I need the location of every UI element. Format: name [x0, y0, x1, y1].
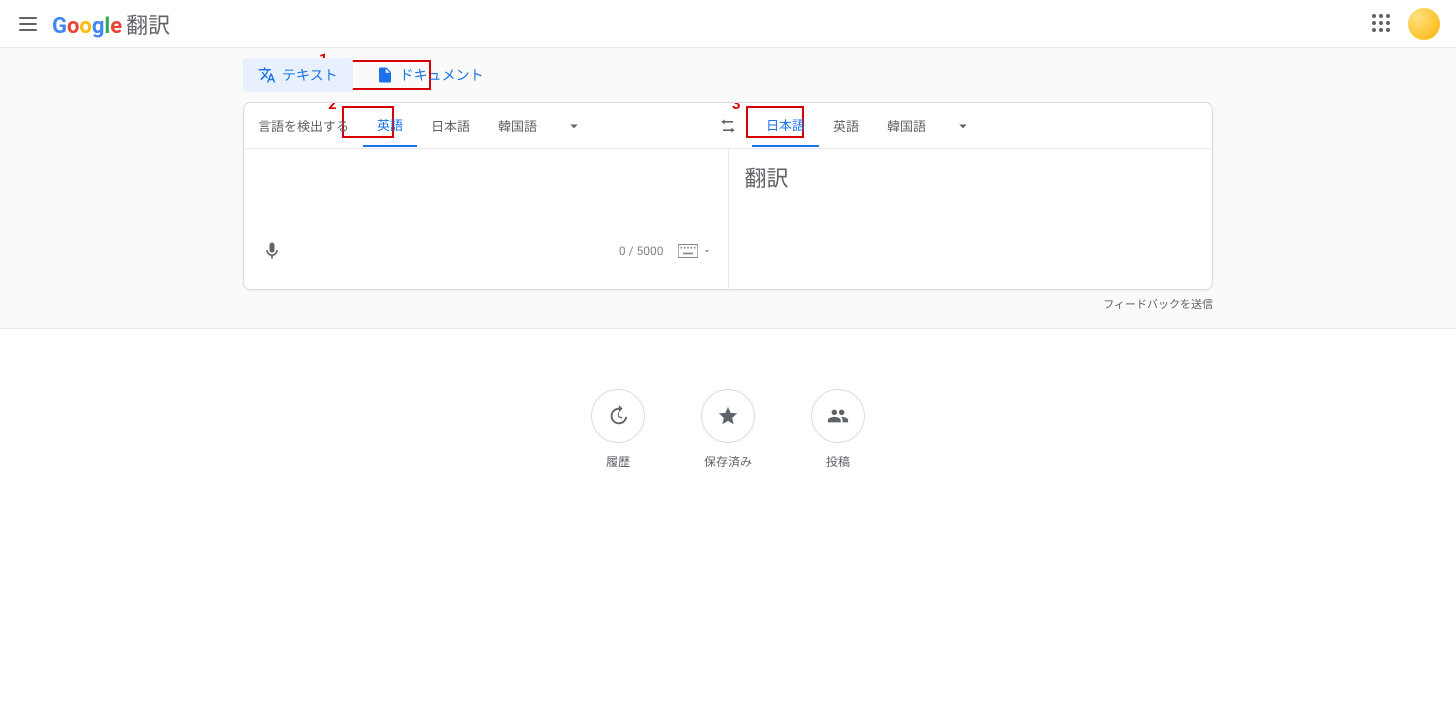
document-icon	[376, 66, 394, 84]
source-text-input[interactable]	[260, 161, 712, 231]
google-wordmark: Google	[52, 14, 122, 39]
keyboard-icon	[676, 239, 700, 263]
target-japanese-tab[interactable]: 日本語	[752, 103, 819, 148]
main-container: 1 テキスト ドキュメント 2 3 言語を検出する 英語 日本語	[243, 58, 1213, 312]
source-panel: 0 / 5000	[244, 149, 728, 289]
caret-down-icon	[702, 246, 712, 256]
saved-shortcut[interactable]: 保存済み	[701, 389, 755, 470]
panels: 0 / 5000 翻訳	[244, 149, 1212, 289]
translation-placeholder: 翻訳	[745, 161, 1197, 193]
history-label: 履歴	[606, 453, 630, 470]
target-more-languages[interactable]	[940, 117, 986, 135]
history-shortcut[interactable]: 履歴	[591, 389, 645, 470]
google-translate-logo[interactable]: Google 翻訳	[52, 8, 170, 40]
target-language-group: 日本語 英語 韓国語	[752, 103, 1212, 148]
history-icon	[591, 389, 645, 443]
source-more-languages[interactable]	[551, 117, 597, 135]
source-language-group: 言語を検出する 英語 日本語 韓国語	[244, 103, 704, 148]
source-detect-tab[interactable]: 言語を検出する	[244, 104, 363, 147]
app-header: Google 翻訳	[0, 0, 1456, 48]
mode-text-label: テキスト	[282, 65, 338, 85]
main-menu-button[interactable]	[16, 12, 40, 36]
translate-icon	[258, 66, 276, 84]
target-korean-tab[interactable]: 韓国語	[873, 104, 940, 147]
source-footer-right: 0 / 5000	[619, 239, 712, 263]
translate-card: 2 3 言語を検出する 英語 日本語 韓国語 日本語	[243, 102, 1213, 290]
swap-languages-button[interactable]	[704, 103, 752, 148]
mode-text-button[interactable]: テキスト	[243, 58, 353, 92]
header-left: Google 翻訳	[16, 8, 170, 40]
mode-row: テキスト ドキュメント	[243, 58, 1213, 92]
app-name: 翻訳	[126, 8, 170, 40]
contribute-shortcut[interactable]: 投稿	[811, 389, 865, 470]
source-japanese-tab[interactable]: 日本語	[417, 104, 484, 147]
mode-document-label: ドキュメント	[400, 65, 484, 85]
contribute-label: 投稿	[826, 453, 850, 470]
shortcut-row: 履歴 保存済み 投稿	[0, 389, 1456, 470]
swap-icon	[718, 116, 738, 136]
language-bar: 言語を検出する 英語 日本語 韓国語 日本語 英語 韓国語	[244, 103, 1212, 149]
send-feedback-link[interactable]: フィードバックを送信	[243, 290, 1213, 312]
chevron-down-icon	[954, 117, 972, 135]
keyboard-input-method[interactable]	[676, 239, 712, 263]
source-english-tab[interactable]: 英語	[363, 103, 417, 148]
character-count: 0 / 5000	[619, 244, 664, 258]
chevron-down-icon	[565, 117, 583, 135]
source-korean-tab[interactable]: 韓国語	[484, 104, 551, 147]
google-apps-icon[interactable]	[1372, 14, 1392, 34]
voice-input-button[interactable]	[260, 239, 284, 263]
account-avatar[interactable]	[1408, 8, 1440, 40]
target-panel: 翻訳	[728, 149, 1213, 289]
header-right	[1372, 8, 1440, 40]
source-footer: 0 / 5000	[260, 235, 712, 263]
mode-document-button[interactable]: ドキュメント	[361, 58, 499, 92]
target-english-tab[interactable]: 英語	[819, 104, 873, 147]
star-icon	[701, 389, 755, 443]
mode-strip: 1 テキスト ドキュメント 2 3 言語を検出する 英語 日本語	[0, 48, 1456, 329]
microphone-icon	[262, 241, 282, 261]
people-icon	[811, 389, 865, 443]
saved-label: 保存済み	[704, 453, 752, 470]
